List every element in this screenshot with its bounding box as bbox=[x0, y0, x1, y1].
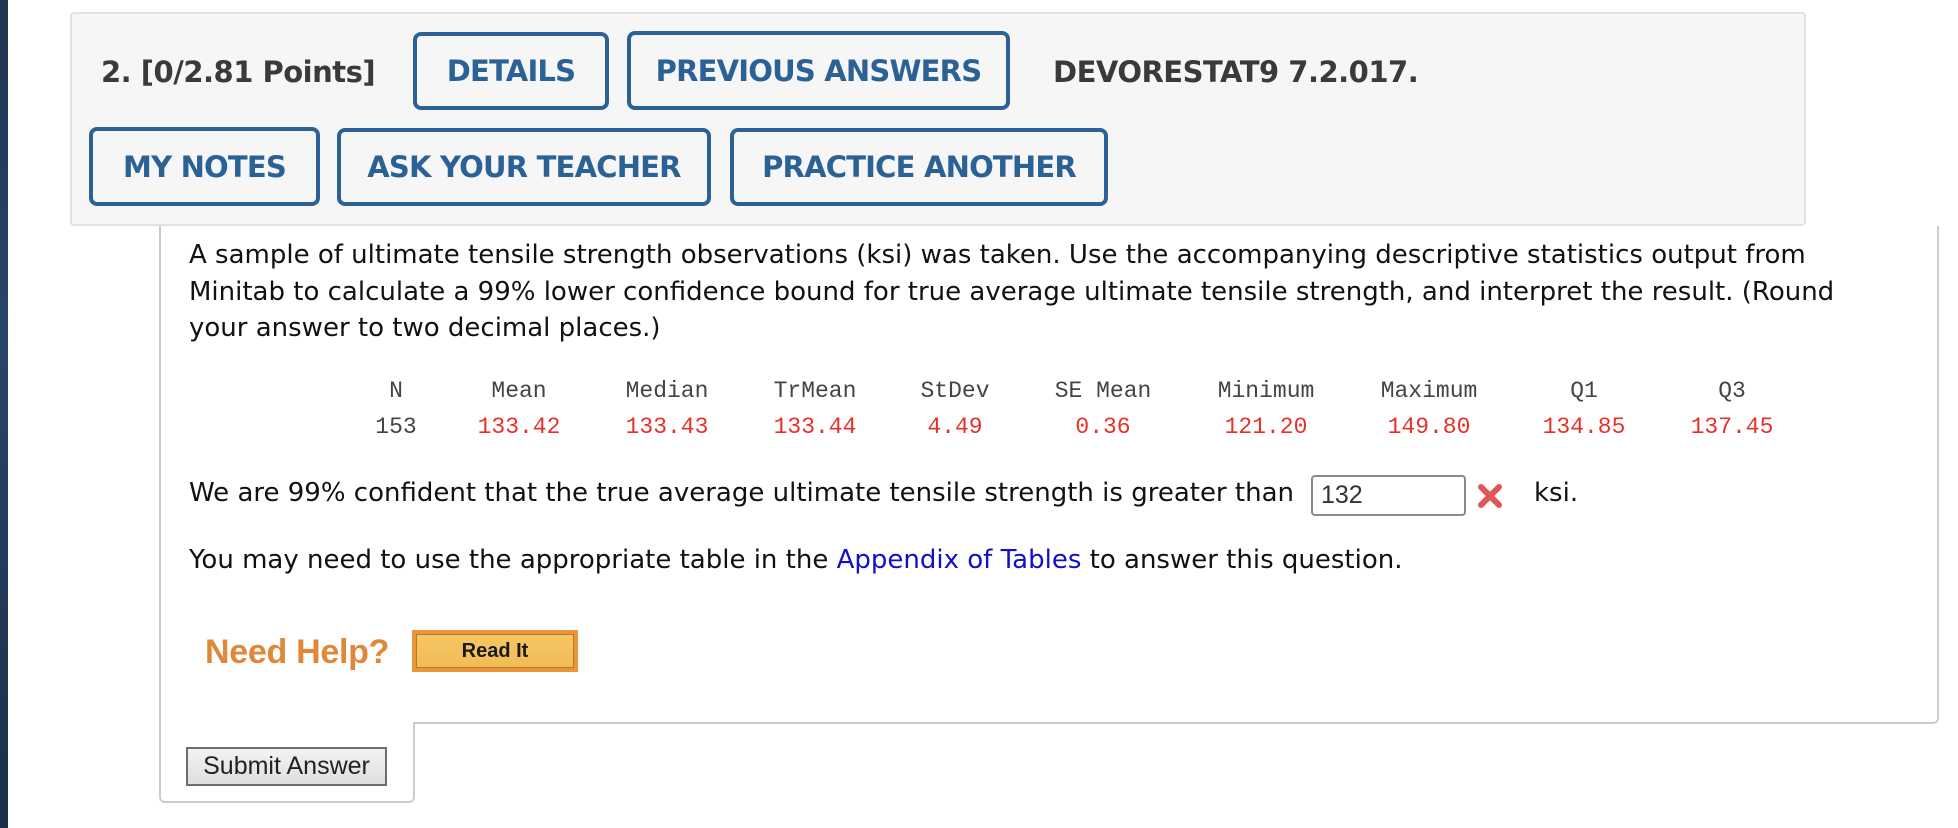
stat-value: 4.49 bbox=[927, 414, 983, 440]
stat-header: Q1 bbox=[1570, 378, 1598, 404]
appendix-text-before: You may need to use the appropriate tabl… bbox=[189, 545, 837, 575]
ask-your-teacher-button[interactable]: ASK YOUR TEACHER bbox=[337, 128, 711, 206]
stat-value: 153 bbox=[375, 414, 417, 440]
window-edge bbox=[0, 0, 8, 828]
appendix-text-after: to answer this question. bbox=[1081, 545, 1403, 575]
stat-header: N bbox=[389, 378, 403, 404]
read-it-button[interactable]: Read It bbox=[412, 630, 578, 672]
stat-value: 133.43 bbox=[625, 414, 709, 440]
need-help-label: Need Help? bbox=[205, 633, 390, 671]
stat-value: 149.80 bbox=[1387, 414, 1471, 440]
details-button[interactable]: DETAILS bbox=[413, 32, 609, 110]
incorrect-x-icon bbox=[1478, 484, 1502, 508]
stat-value: 0.36 bbox=[1075, 414, 1131, 440]
stat-value: 133.44 bbox=[773, 414, 857, 440]
stat-header: TrMean bbox=[773, 378, 857, 404]
appendix-of-tables-link[interactable]: Appendix of Tables bbox=[837, 545, 1082, 575]
stat-header: SE Mean bbox=[1054, 378, 1152, 404]
stat-header: Minimum bbox=[1217, 378, 1315, 404]
stat-header: Maximum bbox=[1380, 378, 1478, 404]
question-title: DEVORESTAT9 7.2.017. bbox=[1053, 55, 1419, 89]
appendix-note: You may need to use the appropriate tabl… bbox=[189, 545, 1402, 575]
stat-value: 137.45 bbox=[1690, 414, 1774, 440]
answer-unit: ksi. bbox=[1534, 478, 1579, 508]
stat-header: Median bbox=[625, 378, 709, 404]
submit-answer-button[interactable]: Submit Answer bbox=[186, 747, 387, 786]
answer-sentence: We are 99% confident that the true avera… bbox=[189, 478, 1294, 508]
stat-header: StDev bbox=[920, 378, 990, 404]
stat-value: 134.85 bbox=[1542, 414, 1626, 440]
stat-value: 121.20 bbox=[1224, 414, 1308, 440]
stat-value: 133.42 bbox=[477, 414, 561, 440]
stat-header: Q3 bbox=[1718, 378, 1746, 404]
question-prompt: A sample of ultimate tensile strength ob… bbox=[189, 240, 1835, 343]
previous-answers-button[interactable]: PREVIOUS ANSWERS bbox=[627, 31, 1010, 110]
question-points: 2. [0/2.81 Points] bbox=[101, 55, 376, 89]
answer-input[interactable] bbox=[1311, 475, 1466, 516]
my-notes-button[interactable]: MY NOTES bbox=[89, 127, 320, 206]
practice-another-button[interactable]: PRACTICE ANOTHER bbox=[730, 128, 1108, 206]
stat-header: Mean bbox=[491, 378, 547, 404]
read-it-label: Read It bbox=[416, 634, 574, 668]
